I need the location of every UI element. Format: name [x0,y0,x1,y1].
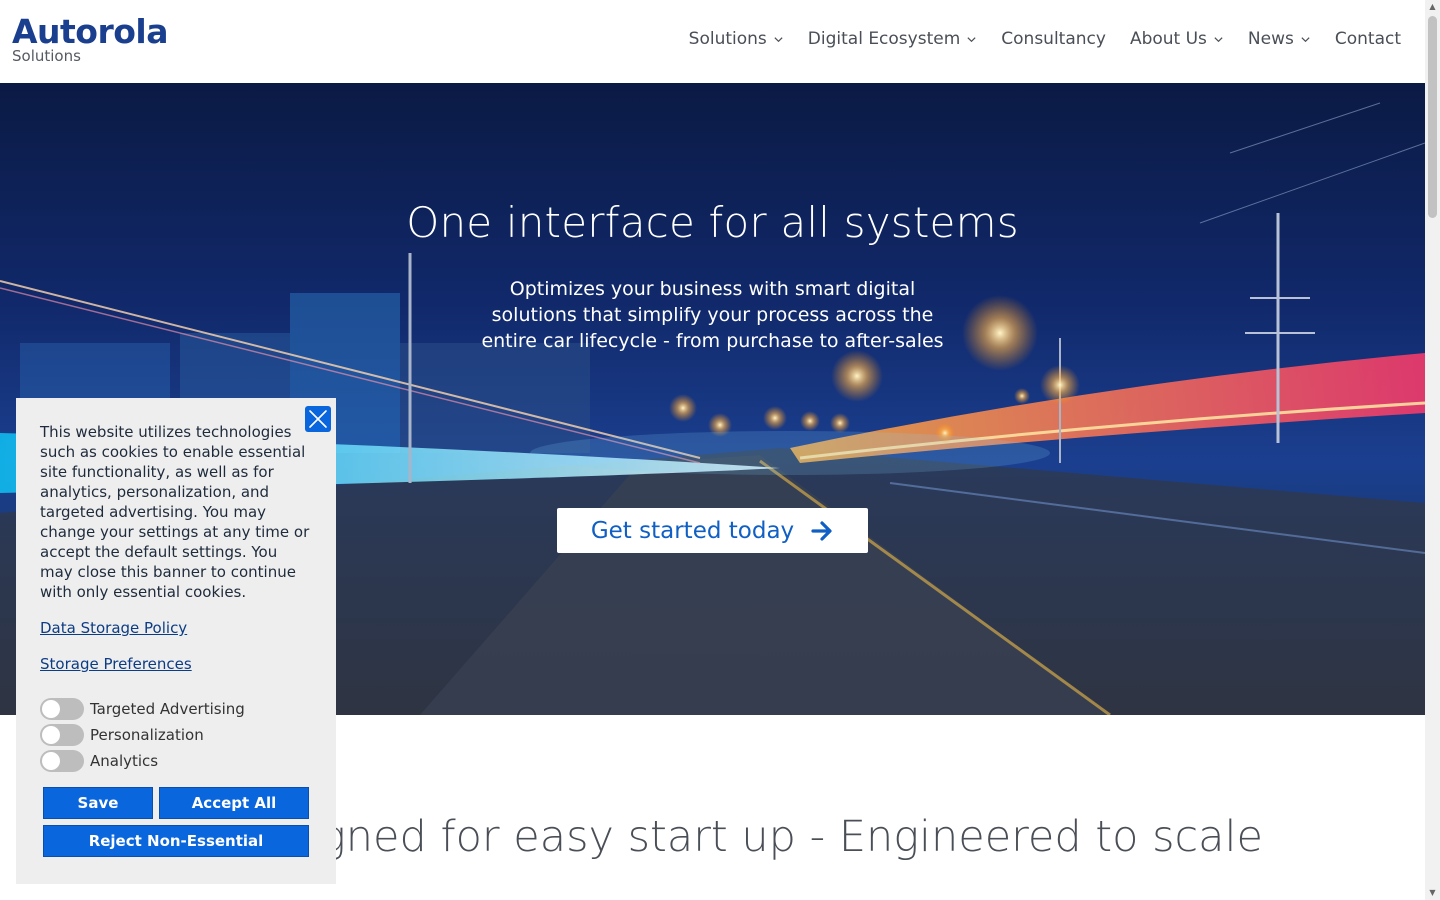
cookie-banner: This website utilizes technologies such … [16,398,336,884]
autorola-logo[interactable]: Autorola Solutions [12,12,169,65]
reject-non-essential-button[interactable]: Reject Non-Essential [43,825,309,857]
nav-label: Digital Ecosystem [807,29,961,49]
toggle-row-personalization: Personalization [40,724,204,746]
nav-contact[interactable]: Contact [1335,29,1401,49]
section-heading: gned for easy start up - Engineered to s… [320,812,1263,862]
analytics-toggle[interactable] [40,750,84,772]
nav-solutions[interactable]: Solutions [689,29,784,49]
save-button[interactable]: Save [43,787,153,819]
toggle-row-analytics: Analytics [40,750,158,772]
hero-title: One interface for all systems [406,198,1019,247]
get-started-button[interactable]: Get started today [557,508,868,553]
nav-label: About Us [1129,29,1207,49]
toggle-label: Analytics [90,752,159,770]
chevron-down-icon [774,36,783,42]
nav-label: Consultancy [1001,29,1106,49]
storage-preferences-link[interactable]: Storage Preferences [40,655,192,673]
scroll-thumb[interactable] [1428,16,1437,218]
targeted-advertising-toggle[interactable] [40,698,84,720]
scroll-down-arrow-icon[interactable]: ▼ [1428,888,1437,898]
nav-news[interactable]: News [1248,29,1311,49]
site-header: Autorola Solutions Solutions Digital Eco… [0,0,1425,83]
nav-consultancy[interactable]: Consultancy [1001,29,1106,49]
data-storage-policy-link[interactable]: Data Storage Policy [40,619,187,637]
nav-digital-ecosystem[interactable]: Digital Ecosystem [808,29,978,49]
chevron-down-icon [1214,36,1223,42]
toggle-label: Targeted Advertising [90,700,245,718]
nav-about-us[interactable]: About Us [1130,29,1224,49]
nav-label: Contact [1334,29,1401,49]
cookie-description: This website utilizes technologies such … [40,423,310,601]
hero-subtitle: Optimizes your business with smart digit… [481,278,944,352]
toggle-label: Personalization [90,726,204,744]
arrow-right-icon [811,520,832,541]
accept-all-button[interactable]: Accept All [159,787,309,819]
scroll-up-arrow-icon[interactable]: ▲ [1428,2,1437,12]
chevron-down-icon [967,36,976,42]
logo-wordmark: Autorola [12,12,169,51]
cta-label: Get started today [590,517,795,544]
nav-label: News [1247,29,1294,49]
toggle-row-targeted-advertising: Targeted Advertising [40,698,245,720]
nav-label: Solutions [688,29,767,49]
main-nav: Solutions Digital Ecosystem Consultancy … [689,29,1401,49]
page-scrollbar[interactable]: ▲ ▼ [1425,0,1440,900]
chevron-down-icon [1301,36,1310,42]
personalization-toggle[interactable] [40,724,84,746]
